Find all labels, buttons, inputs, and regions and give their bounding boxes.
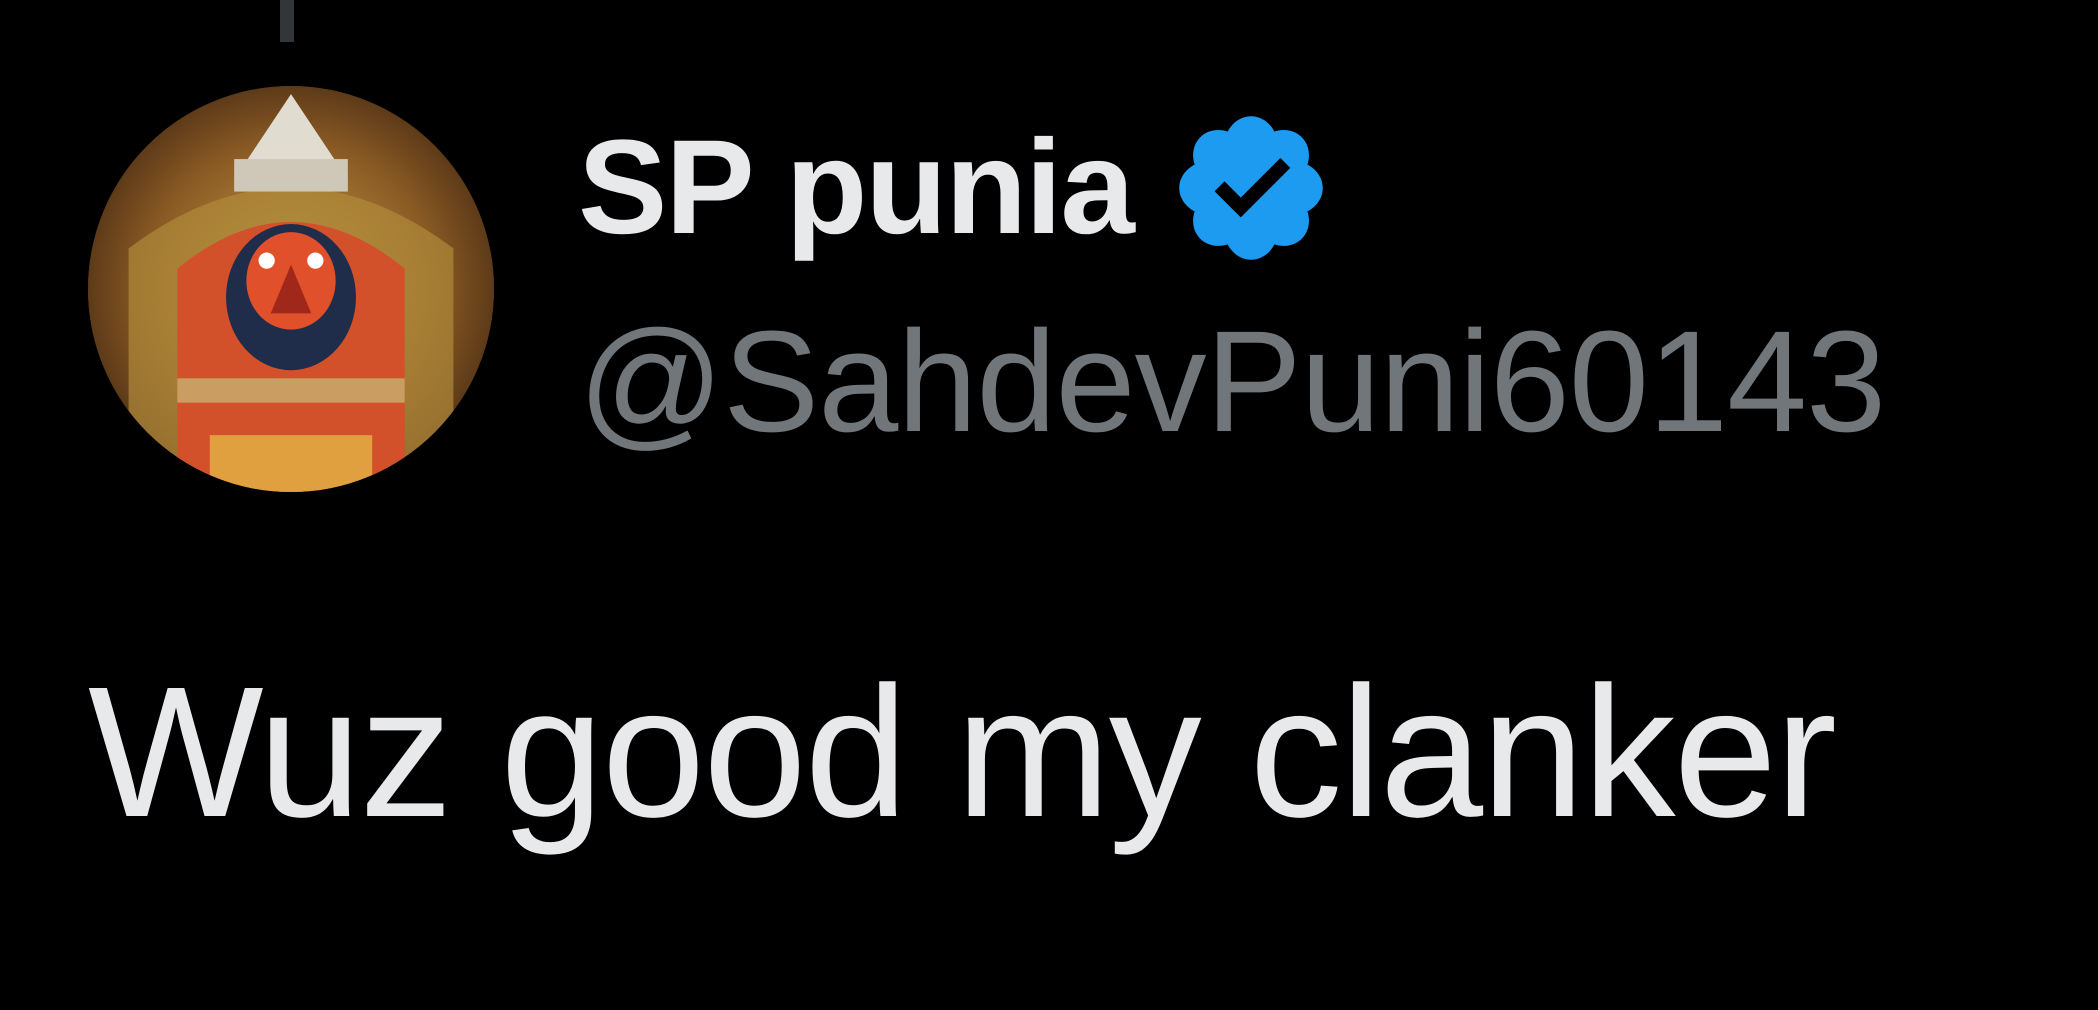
thread-connector-line	[280, 0, 294, 42]
author-name-row: SP punia	[578, 108, 1335, 268]
tweet-text: Wuz good my clanker	[88, 649, 1837, 856]
author-display-name[interactable]: SP punia	[578, 121, 1135, 255]
author-handle[interactable]: @SahdevPuni60143	[578, 310, 1886, 454]
avatar-image	[88, 86, 494, 492]
avatar[interactable]	[88, 86, 494, 492]
verified-badge-icon[interactable]	[1167, 104, 1335, 272]
